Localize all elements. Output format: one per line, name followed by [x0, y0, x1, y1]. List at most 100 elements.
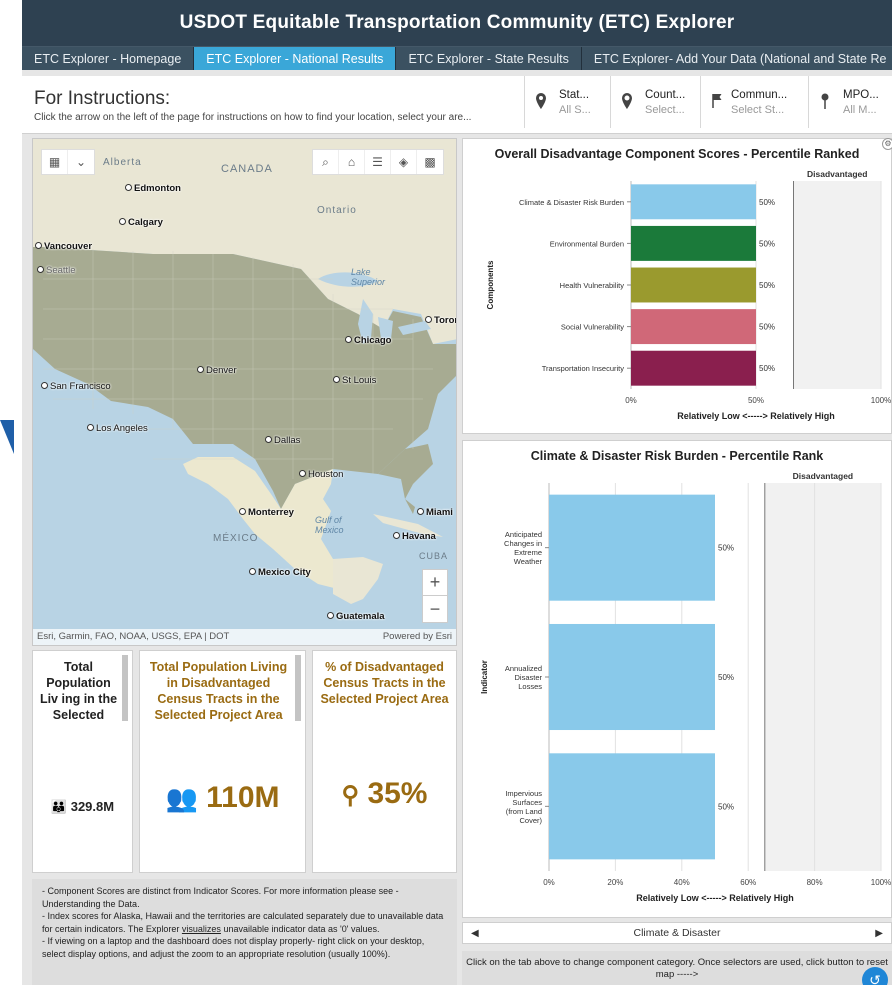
map-label-cuba: CUBA [419, 551, 449, 561]
map-label-vancouver: Vancouver [35, 241, 92, 252]
category-label: Annualized [505, 664, 542, 673]
y-axis-title: Components [486, 260, 495, 309]
threshold-label: Disadvantaged [793, 471, 853, 481]
page-title: USDOT Equitable Transportation Community… [179, 12, 735, 33]
state-selector[interactable]: Stat... All S... [524, 76, 610, 128]
pushpin-icon [819, 93, 835, 112]
bar [549, 494, 715, 601]
map-label-chicago: Chicago [345, 335, 391, 346]
title-bar: USDOT Equitable Transportation Community… [22, 0, 892, 46]
stat-title-total-population: Total Population Liv ing in the Selected [39, 660, 118, 722]
category-label: Changes in [504, 539, 542, 548]
map-attribution: Esri, Garmin, FAO, NOAA, USGS, EPA | DOT… [33, 629, 456, 645]
instructions-bar: For Instructions: Click the arrow on the… [22, 76, 892, 134]
bar-value-label: 50% [759, 281, 775, 290]
disadvantaged-band [764, 483, 881, 871]
bar-value-label: 50% [759, 239, 775, 248]
county-selector-value: Select... [645, 103, 685, 116]
location-search-icon: ⚲ [341, 782, 360, 809]
stat-number-disadvantaged-tracts: 35% [367, 777, 428, 810]
category-label: Health Vulnerability [560, 281, 625, 290]
county-selector[interactable]: Count... Select... [610, 76, 696, 128]
map-toolbar-left: ▦ ⌄ [41, 149, 95, 175]
people-icon: 👪 [50, 799, 68, 814]
category-label: Cover) [519, 816, 542, 825]
bar-value-label: 50% [759, 364, 775, 373]
settings-icon[interactable]: ⚙ [882, 138, 892, 150]
community-selector-value: Select St... [731, 103, 785, 116]
category-label: Environmental Burden [550, 239, 624, 248]
state-selector-title: Stat... [559, 88, 590, 101]
tab-national-results[interactable]: ETC Explorer - National Results [194, 47, 397, 70]
mpo-selector[interactable]: MPO... All M... [808, 76, 892, 128]
map-label-mexico: MÉXICO [213, 533, 259, 544]
basemap-gallery-icon[interactable]: ▦ [42, 150, 68, 174]
x-tick-label: 100% [871, 396, 891, 405]
attribution-text: Esri, Garmin, FAO, NOAA, USGS, EPA | DOT [37, 631, 230, 642]
community-selector[interactable]: Commun... Select St... [700, 76, 787, 128]
mpo-selector-value: All M... [843, 103, 877, 116]
dashboard: USDOT Equitable Transportation Community… [22, 0, 892, 985]
qr-code-icon[interactable]: ▩ [417, 150, 443, 174]
tab-bar: ETC Explorer - Homepage ETC Explorer - N… [22, 46, 892, 70]
bar [549, 623, 715, 731]
stat-card-total-population: Total Population Liv ing in the Selected… [32, 650, 133, 873]
stat-card-disadvantaged-tracts: % of Disadvantaged Census Tracts in the … [312, 650, 457, 873]
x-tick-label: 80% [807, 878, 823, 887]
category-label: Climate & Disaster Risk Burden [519, 198, 624, 207]
map-label-alberta: Alberta [103, 157, 142, 168]
instructions-text: Click the arrow on the left of the page … [34, 112, 472, 123]
note-index-scores-tail: unavailable indicator data as '0' values… [223, 923, 380, 934]
bar [631, 184, 756, 220]
map-label-mexico-city: Mexico City [249, 567, 311, 578]
chart2-plot: Disadvantaged 0% 20% 40% 60% 80% 100% 50% Antici… [480, 471, 891, 903]
map-label-guatemala: Guatemala [327, 611, 385, 622]
x-axis-title: Relatively Low <-----> Relatively High [677, 411, 835, 421]
flag-icon [711, 93, 723, 112]
scrollbar[interactable] [122, 655, 128, 721]
basemap-graphic [33, 139, 456, 645]
chevron-down-icon[interactable]: ⌄ [68, 150, 94, 174]
map-label-toronto: Toror [425, 315, 456, 326]
threshold-label: Disadvantaged [807, 169, 867, 179]
reset-map-button[interactable]: ↺ [862, 967, 888, 985]
instructions-toggle-arrow[interactable] [0, 420, 14, 454]
map-label-denver: Denver [197, 365, 237, 376]
climate-disaster-chart: Climate & Disaster Risk Burden - Percent… [462, 440, 892, 918]
county-selector-title: Count... [645, 88, 686, 101]
note-visualizes-link[interactable]: visualizes [182, 924, 221, 934]
pager-prev-button[interactable]: ◀ [471, 928, 479, 939]
map-label-dallas: Dallas [265, 435, 300, 446]
stat-card-disadvantaged-population: Total Population Living in Disadvantaged… [139, 650, 306, 873]
zoom-in-button[interactable]: + [423, 570, 447, 596]
category-label: Social Vulnerability [561, 323, 624, 332]
category-label: Disaster [514, 673, 542, 682]
home-icon[interactable]: ⌂ [339, 150, 365, 174]
map-view[interactable]: Alberta CANADA Ontario Lake Superior Edm… [32, 138, 457, 646]
map-label-los-angeles: Los Angeles [87, 423, 148, 434]
tab-state-results[interactable]: ETC Explorer - State Results [396, 47, 582, 70]
map-label-seattle: Seattle [37, 265, 76, 276]
disadvantaged-band [793, 181, 881, 389]
stat-number-disadvantaged-population: 110M [206, 781, 280, 814]
zoom-out-button[interactable]: − [423, 596, 447, 622]
category-label: Transportation Insecurity [542, 364, 625, 373]
state-selector-value: All S... [559, 103, 591, 116]
legend-icon[interactable]: ☰ [365, 150, 391, 174]
search-icon[interactable]: ⌕ [313, 150, 339, 174]
x-tick-label: 20% [607, 878, 623, 887]
footer-text: Click on the tab above to change compone… [466, 957, 888, 980]
map-label-canada: CANADA [221, 163, 273, 175]
tab-add-your-data[interactable]: ETC Explorer- Add Your Data (National an… [581, 47, 892, 70]
pager-next-button[interactable]: ▶ [875, 928, 883, 939]
map-label-miami: Miami [417, 507, 453, 518]
mpo-selector-title: MPO... [843, 88, 879, 101]
scrollbar[interactable] [295, 655, 301, 721]
powered-by-esri[interactable]: Powered by Esri [383, 631, 452, 643]
tab-homepage[interactable]: ETC Explorer - Homepage [22, 47, 195, 70]
stat-value-total-population: 👪 329.8M [33, 799, 132, 815]
layers-icon[interactable]: ◈ [391, 150, 417, 174]
map-label-monterrey: Monterrey [239, 507, 294, 518]
bar [549, 753, 715, 860]
category-label: Weather [514, 557, 543, 566]
